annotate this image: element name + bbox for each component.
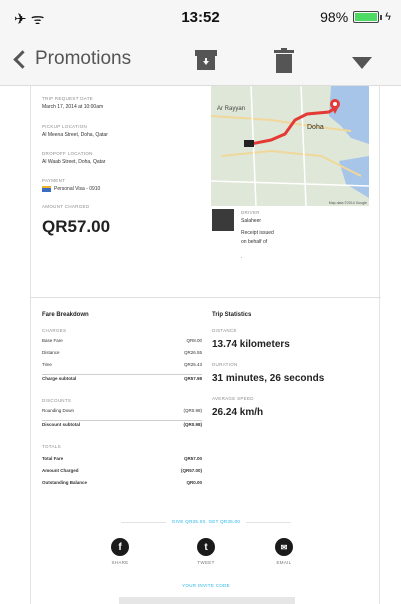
row-label: Time [42, 362, 52, 367]
driver-note-3: . [241, 254, 243, 260]
payment-row: Personal Visa - 0910 [42, 186, 202, 192]
discount-row-rounding: Rounding Down (QR0.98) [42, 408, 202, 413]
trash-icon [274, 48, 294, 73]
section-divider [31, 297, 381, 298]
discount-subtotal-row: Discount subtotal (QR0.98) [42, 420, 202, 427]
charge-row-distance: Distance QR26.55 [42, 350, 202, 355]
row-value: QR57.98 [183, 376, 202, 381]
row-value: (QR0.98) [183, 422, 202, 427]
battery-icon [353, 11, 380, 23]
nav-bar: Promotions [0, 34, 401, 86]
trip-request-date: TRIP REQUEST DATE March 17, 2014 at 10:0… [42, 96, 202, 110]
payment-value: Personal Visa - 0910 [54, 186, 101, 192]
row-label: Rounding Down [42, 408, 75, 413]
invite-code-box[interactable] [119, 597, 295, 604]
row-label: Base Fare [42, 338, 63, 343]
tweet-label: TWEET [197, 560, 215, 565]
speed-label: AVERAGE SPEED [212, 396, 254, 401]
credit-card-icon [42, 186, 51, 192]
amount-charged: QR57.00 [42, 217, 111, 236]
label: AMOUNT CHARGED [42, 204, 90, 209]
more-menu-button[interactable] [352, 56, 372, 74]
value: March 17, 2014 at 10:00am [42, 104, 104, 110]
status-bar: ✈ ᯤ 13:52 98% ϟ [0, 0, 401, 34]
trip-dropoff: DROPOFF LOCATION Al Waab Street, Doha, Q… [42, 151, 202, 165]
map-attribution: Map data ©2014 Google [328, 201, 367, 205]
row-label: Total Fare [42, 456, 64, 461]
row-value: QR8.00 [186, 338, 202, 343]
charge-subtotal-row: Charge subtotal QR57.98 [42, 374, 202, 381]
driver-note-2: on behalf of [241, 239, 268, 245]
row-value: QR25.43 [183, 362, 202, 367]
trash-button[interactable] [274, 48, 294, 78]
amount-charged-label: AMOUNT CHARGED [42, 204, 202, 209]
trip-pickup: PICKUP LOCATION Al Meena Street, Doha, Q… [42, 124, 202, 138]
total-row-charged: Amount Charged (QR57.00) [42, 468, 202, 473]
map-label-ar-rayyan: Ar Rayyan [217, 106, 246, 112]
distance-label: DISTANCE [212, 328, 237, 333]
driver-avatar [212, 209, 234, 231]
value: Al Waab Street, Doha, Qatar [42, 159, 106, 165]
value: Al Meena Street, Doha, Qatar [42, 132, 108, 138]
driver-name: Salaheer [241, 218, 262, 224]
share-twitter-button[interactable]: t TWEET [186, 538, 226, 565]
row-value: (QR57.00) [180, 468, 202, 473]
label: DROPOFF LOCATION [42, 151, 93, 156]
driver-info: DRIVER Salaheer Receipt issued on behalf… [241, 210, 361, 260]
email-label: EMAIL [276, 560, 292, 565]
map-label-doha: Doha [307, 124, 324, 131]
row-label: Outstanding Balance [42, 480, 88, 485]
twitter-icon: t [197, 538, 215, 556]
facebook-icon: f [111, 538, 129, 556]
trip-statistics-title: Trip Statistics [212, 312, 252, 318]
receipt-email: TRIP REQUEST DATE March 17, 2014 at 10:0… [30, 86, 381, 604]
promo-text-value: GIVE QR35.00, GET QR35.00 [165, 519, 247, 524]
row-label: Charge subtotal [42, 376, 77, 381]
battery-tip [380, 14, 383, 20]
charge-row-base: Base Fare QR8.00 [42, 338, 202, 343]
row-label: Distance [42, 350, 60, 355]
driver-label: DRIVER [241, 210, 260, 215]
discounts-label: DISCOUNTS [42, 398, 72, 403]
invite-code-label: YOUR INVITE CODE [182, 583, 230, 588]
row-value: QR26.55 [183, 350, 202, 355]
menu-triangle-icon [352, 57, 372, 69]
fare-breakdown-title: Fare Breakdown [42, 312, 89, 318]
duration-value: 31 minutes, 26 seconds [212, 373, 325, 384]
charging-bolt-icon: ϟ [385, 11, 391, 23]
back-label: Promotions [35, 48, 132, 69]
duration-label: DURATION [212, 362, 238, 367]
row-value: QR57.00 [183, 456, 202, 461]
label: TRIP REQUEST DATE [42, 96, 94, 101]
promo-text: GIVE QR35.00, GET QR35.00 [31, 519, 381, 524]
share-email-button[interactable]: ✉ EMAIL [264, 538, 304, 565]
route-map[interactable]: Ar Rayyan Doha Map data ©2014 Google [211, 86, 369, 206]
share-facebook-button[interactable]: f SHARE [100, 538, 140, 565]
back-button[interactable]: Promotions [12, 48, 131, 70]
charge-row-time: Time QR25.43 [42, 362, 202, 367]
trip-payment: PAYMENT Personal Visa - 0910 [42, 178, 202, 192]
map-image [211, 86, 369, 206]
battery-status: 98% ϟ [320, 9, 391, 25]
row-label: Amount Charged [42, 468, 79, 473]
label: PICKUP LOCATION [42, 124, 88, 129]
charges-label: CHARGES [42, 328, 67, 333]
label: PAYMENT [42, 178, 66, 183]
back-chevron-icon [13, 49, 32, 69]
driver-note-1: Receipt issued [241, 230, 274, 236]
row-value: (QR0.98) [183, 408, 202, 413]
battery-percent: 98% [320, 9, 349, 25]
distance-value: 13.74 kilometers [212, 339, 290, 350]
row-label: Discount subtotal [42, 422, 80, 427]
share-label: SHARE [111, 560, 129, 565]
totals-label: TOTALS [42, 444, 61, 449]
total-row-balance: Outstanding Balance QR0.00 [42, 480, 202, 485]
row-value: QR0.00 [186, 480, 202, 485]
total-row-fare: Total Fare QR57.00 [42, 456, 202, 461]
email-icon: ✉ [275, 538, 293, 556]
speed-value: 26.24 km/h [212, 407, 264, 418]
battery-fill [355, 13, 377, 21]
archive-button[interactable] [194, 48, 218, 77]
archive-icon [195, 50, 217, 70]
